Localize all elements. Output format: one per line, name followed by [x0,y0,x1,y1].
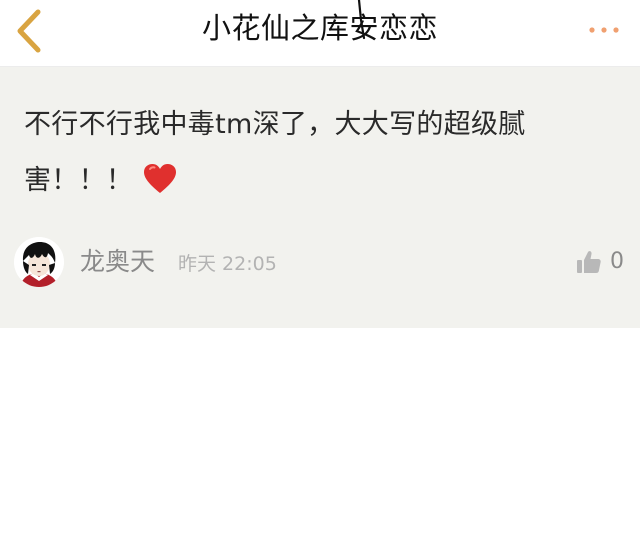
user-avatar-image [14,237,64,287]
like-button[interactable]: 0 [576,247,624,277]
pen-stroke-mark [357,0,366,40]
like-count: 0 [610,249,624,274]
comment-timestamp: 昨天 22:05 [178,253,277,275]
comment-detail-page: 小花仙之库安恋恋 不行不行我中毒tm深了，大大写的超级腻害！！！ 龙奥天 昨天 … [0,0,640,536]
thumbs-up-icon [577,251,601,273]
red-heart-icon [144,164,177,193]
more-dots-icon [589,27,619,33]
comment-text: 不行不行我中毒tm深了，大大写的超级腻害！！！ [24,109,526,196]
comment-card: 不行不行我中毒tm深了，大大写的超级腻害！！！ 龙奥天 昨天 22:05 0 [0,67,640,328]
avatar[interactable] [14,237,64,287]
top-navigation-bar: 小花仙之库安恋恋 [0,0,640,67]
more-options-button[interactable] [586,20,626,40]
page-title: 小花仙之库安恋恋 [201,11,438,45]
comment-body: 不行不行我中毒tm深了，大大写的超级腻害！！！ [24,97,604,209]
comment-author[interactable]: 龙奥天 [80,246,155,278]
